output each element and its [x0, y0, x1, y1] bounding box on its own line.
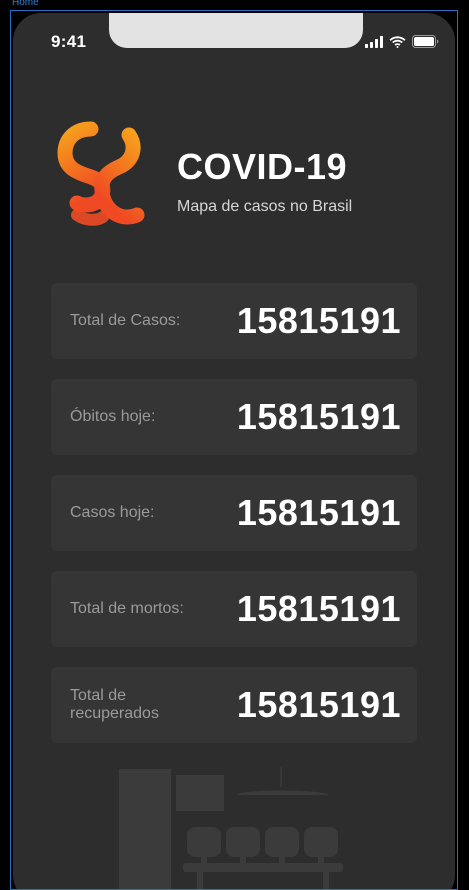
stat-card-deaths-today: Óbitos hoje: 15815191 — [51, 379, 417, 455]
stats-list: Total de Casos: 15815191 Óbitos hoje: 15… — [51, 283, 417, 763]
stat-label: Total de recuperados — [70, 687, 159, 722]
status-icons — [365, 35, 439, 48]
app-header: COVID-19 Mapa de casos no Brasil — [57, 121, 417, 231]
stat-card-total-deaths: Total de mortos: 15815191 — [51, 571, 417, 647]
stat-label: Total de Casos: — [70, 312, 181, 329]
status-time: 9:41 — [51, 32, 87, 51]
wifi-icon — [389, 35, 406, 48]
stat-card-total-cases: Total de Casos: 15815191 — [51, 283, 417, 359]
stat-value: 15815191 — [236, 396, 401, 437]
device-notch — [109, 13, 363, 48]
stat-value: 15815191 — [236, 684, 401, 725]
stat-value: 15815191 — [236, 492, 401, 533]
app-subtitle: Mapa de casos no Brasil — [177, 198, 353, 215]
stat-value: 15815191 — [236, 588, 401, 629]
battery-icon — [412, 35, 439, 48]
stat-card-total-recovered: Total de recuperados 15815191 — [51, 667, 417, 743]
stat-label: Total de mortos: — [70, 600, 184, 617]
stat-label: Casos hoje: — [70, 504, 155, 521]
device-frame: 9:41 COVID-19 Mapa de casos no Brasil To… — [10, 10, 458, 890]
app-title: COVID-19 — [177, 146, 348, 187]
frame-label: Home — [12, 0, 39, 8]
stat-card-cases-today: Casos hoje: 15815191 — [51, 475, 417, 551]
cellular-signal-icon — [365, 35, 383, 48]
stat-label: Óbitos hoje: — [70, 408, 156, 425]
phone-screen: 9:41 COVID-19 Mapa de casos no Brasil To… — [13, 13, 455, 889]
stat-value: 15815191 — [236, 300, 401, 341]
waiting-room-illustration-icon — [119, 767, 343, 889]
covid-logo-icon — [57, 121, 145, 226]
